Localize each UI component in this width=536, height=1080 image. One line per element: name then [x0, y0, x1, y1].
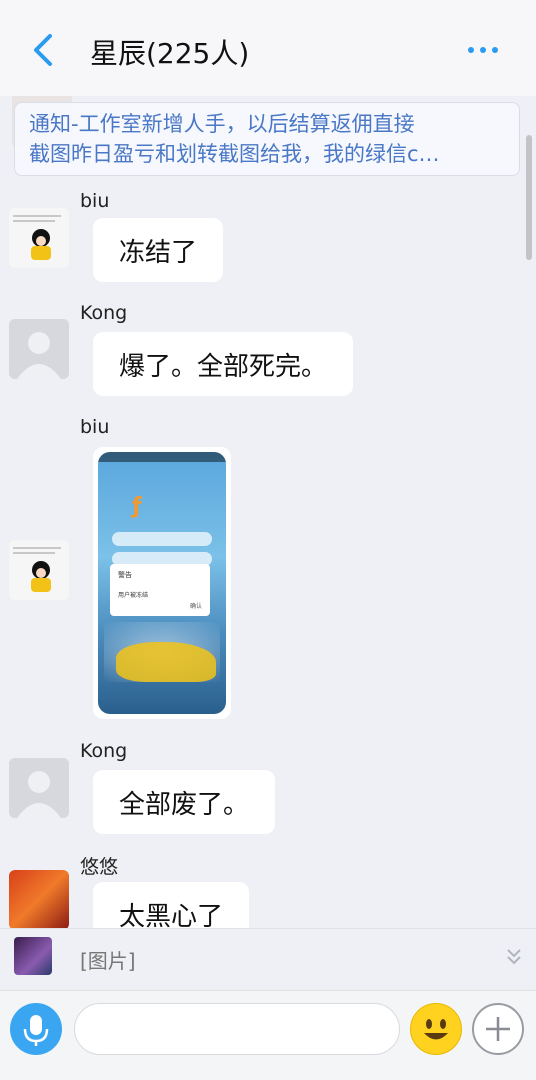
- message-bubble[interactable]: 全部废了。: [93, 770, 276, 834]
- avatar-kong[interactable]: [9, 319, 69, 379]
- emoji-button[interactable]: [410, 1003, 462, 1055]
- message-bubble[interactable]: 冻结了: [93, 218, 224, 282]
- new-message-preview[interactable]: [图片]: [0, 928, 536, 990]
- plus-button[interactable]: [472, 1003, 524, 1055]
- cartoon-avatar-icon: [9, 540, 69, 600]
- more-dots-icon: [468, 47, 474, 53]
- cartoon-avatar-icon: [9, 208, 69, 268]
- username-field: [112, 532, 212, 546]
- chat-title: 星辰(225人): [90, 37, 250, 70]
- screenshot-thumbnail: ƒ 警告 用户被冻结 确认: [98, 452, 226, 714]
- plus-icon: [486, 1017, 510, 1041]
- chat-header: 星辰(225人): [0, 0, 536, 96]
- preview-avatar: [14, 937, 52, 975]
- default-user-icon: [9, 758, 69, 818]
- double-chevron-down-icon[interactable]: [506, 947, 522, 967]
- sender-name: Kong: [80, 302, 128, 324]
- avatar-biu[interactable]: [9, 540, 69, 600]
- message-list[interactable]: 通知-工作室新增人手，以后结算返佣直接 截图昨日盈亏和划转截图给我，我的绿信c……: [0, 96, 536, 928]
- avatar-youyou[interactable]: [9, 870, 69, 928]
- raft-image: [116, 642, 216, 682]
- more-button[interactable]: [468, 38, 512, 62]
- avatar-biu[interactable]: [9, 208, 69, 268]
- default-user-icon: [9, 319, 69, 379]
- emoji-smile-icon: [424, 1019, 448, 1040]
- image-message[interactable]: ƒ 警告 用户被冻结 确认: [93, 447, 231, 719]
- phone-status-bar: [98, 452, 226, 462]
- microphone-icon: [23, 1015, 49, 1046]
- message-bubble[interactable]: 爆了。全部死完。: [93, 332, 354, 396]
- dialog-text: 用户被冻结: [118, 592, 149, 599]
- preview-text: [图片]: [80, 949, 136, 973]
- alert-dialog: 警告 用户被冻结 确认: [110, 564, 210, 616]
- message-input[interactable]: [74, 1003, 400, 1055]
- sender-name: Kong: [80, 740, 128, 762]
- notice-line-2: 截图昨日盈亏和划转截图给我，我的绿信c…: [29, 142, 440, 166]
- dialog-ok: 确认: [189, 603, 202, 610]
- back-button[interactable]: [26, 30, 60, 70]
- voice-button[interactable]: [10, 1003, 62, 1055]
- scrollbar[interactable]: [526, 135, 532, 260]
- message-bubble[interactable]: 太黑心了: [93, 882, 250, 928]
- avatar-kong[interactable]: [9, 758, 69, 818]
- app-logo-icon: ƒ: [132, 494, 142, 519]
- back-chevron-icon: [34, 34, 52, 66]
- sender-name: biu: [80, 416, 110, 438]
- sender-name: 悠悠: [80, 856, 119, 878]
- group-notice-banner[interactable]: 通知-工作室新增人手，以后结算返佣直接 截图昨日盈亏和划转截图给我，我的绿信c…: [14, 102, 520, 176]
- dialog-title: 警告: [118, 571, 132, 579]
- sender-name: biu: [80, 190, 110, 212]
- notice-line-1: 通知-工作室新增人手，以后结算返佣直接: [29, 112, 415, 136]
- input-bar: [0, 990, 536, 1080]
